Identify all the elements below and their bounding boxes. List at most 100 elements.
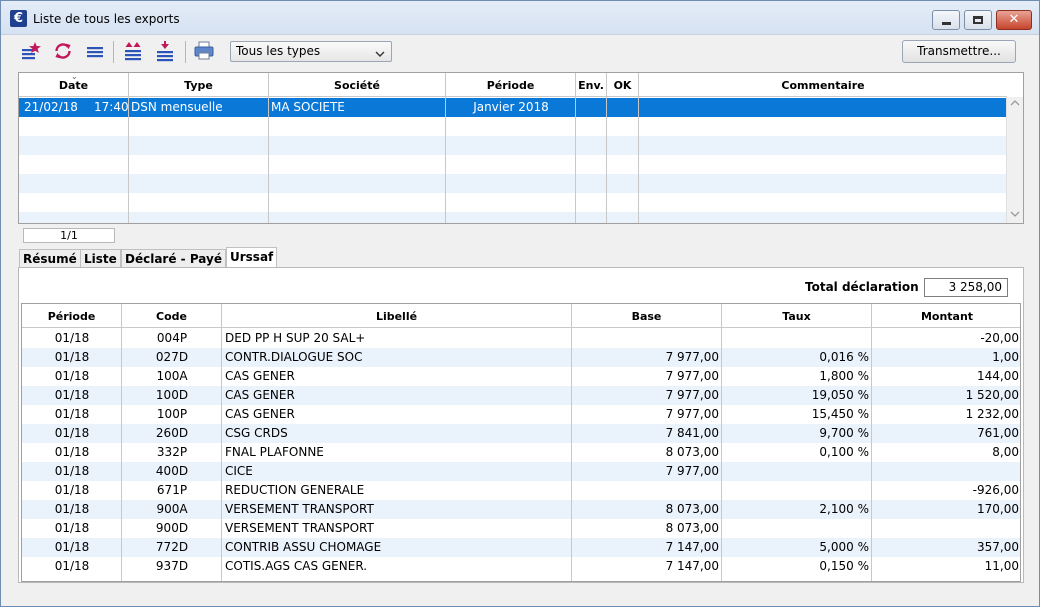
row-base: 7 841,00 xyxy=(665,426,719,440)
minimize-button[interactable] xyxy=(932,10,960,30)
export-date: 21/02/18 xyxy=(24,100,78,114)
column-header-date[interactable]: ⌄ Date xyxy=(19,73,129,97)
column-header-periode[interactable]: Période xyxy=(22,304,122,328)
row-taux xyxy=(722,329,869,348)
empty-row xyxy=(19,136,1007,155)
toolbar: Tous les types Transmettre... xyxy=(1,35,1039,69)
import-up-icon[interactable] xyxy=(122,40,144,62)
row-code: 400D xyxy=(155,464,189,478)
row-code: 100D xyxy=(155,388,189,402)
export-env xyxy=(576,98,607,117)
row-taux: 15,450 % xyxy=(811,407,869,421)
tab-liste[interactable]: Liste xyxy=(80,249,121,268)
column-header-ok[interactable]: OK xyxy=(607,73,639,97)
row-taux: 0,150 % xyxy=(819,559,869,573)
empty-row xyxy=(19,117,1007,136)
empty-row xyxy=(19,155,1007,174)
row-taux: 0,016 % xyxy=(819,350,869,364)
maximize-button[interactable] xyxy=(964,10,992,30)
column-header-periode[interactable]: Période xyxy=(446,73,576,97)
column-header-commentaire[interactable]: Commentaire xyxy=(639,73,1007,97)
total-declaration-label: Total déclaration xyxy=(805,280,919,294)
export-commentaire xyxy=(641,98,1001,117)
row-code: 900D xyxy=(155,521,189,535)
minimize-icon xyxy=(942,22,951,25)
row-montant: 1 520,00 xyxy=(965,388,1019,402)
refresh-icon[interactable] xyxy=(52,40,74,62)
close-button[interactable]: ✕ xyxy=(996,10,1032,30)
export-periode: Janvier 2018 xyxy=(473,100,549,114)
row-taux xyxy=(722,481,869,500)
row-libelle: CONTRIB ASSU CHOMAGE xyxy=(225,540,382,554)
row-code: 900A xyxy=(156,502,188,516)
column-header-type[interactable]: Type xyxy=(129,73,269,97)
row-code: 004P xyxy=(156,331,188,345)
column-header-societe[interactable]: Société xyxy=(269,73,446,97)
row-taux: 1,800 % xyxy=(819,369,869,383)
pager: 1/1 xyxy=(23,228,115,243)
row-periode: 01/18 xyxy=(54,445,90,459)
exports-grid-header: ⌄ Date Type Société Période Env. OK Comm… xyxy=(19,73,1007,97)
total-declaration-value: 3 258,00 xyxy=(924,278,1008,297)
export-societe: MA SOCIETE xyxy=(271,100,345,114)
type-filter-value: Tous les types xyxy=(236,44,321,58)
column-divider xyxy=(606,97,607,223)
printer-icon[interactable] xyxy=(193,40,215,62)
row-libelle: DED PP H SUP 20 SAL+ xyxy=(225,331,366,345)
tab-declare-paye[interactable]: Déclaré - Payé xyxy=(121,249,226,268)
empty-row xyxy=(19,212,1007,223)
row-taux: 9,700 % xyxy=(819,426,869,440)
column-header-code[interactable]: Code xyxy=(122,304,222,328)
column-header-env[interactable]: Env. xyxy=(576,73,607,97)
column-header-taux[interactable]: Taux xyxy=(722,304,872,328)
row-taux xyxy=(722,462,869,481)
scroll-up-icon[interactable] xyxy=(1010,99,1020,110)
column-divider xyxy=(121,304,122,581)
row-libelle: CICE xyxy=(225,464,253,478)
row-montant: 144,00 xyxy=(977,369,1019,383)
column-header-base[interactable]: Base xyxy=(572,304,722,328)
tab-resume[interactable]: Résumé xyxy=(19,249,81,268)
row-code: 332P xyxy=(156,445,188,459)
scroll-down-icon[interactable] xyxy=(1010,210,1020,221)
row-base: 8 073,00 xyxy=(665,445,719,459)
row-montant: 8,00 xyxy=(992,445,1019,459)
row-code: 260D xyxy=(155,426,189,440)
row-taux: 5,000 % xyxy=(819,540,869,554)
column-divider xyxy=(445,97,446,223)
transmit-button[interactable]: Transmettre... xyxy=(902,40,1016,63)
row-libelle: CSG CRDS xyxy=(225,426,288,440)
exports-grid-scrollbar[interactable] xyxy=(1006,97,1023,223)
row-libelle: REDUCTION GENERALE xyxy=(225,483,365,497)
exports-grid: ⌄ Date Type Société Période Env. OK Comm… xyxy=(18,72,1024,224)
column-header-montant[interactable]: Montant xyxy=(872,304,1020,328)
type-filter-select[interactable]: Tous les types xyxy=(230,41,392,62)
row-montant: 357,00 xyxy=(977,540,1019,554)
column-divider xyxy=(128,97,129,223)
row-montant: 11,00 xyxy=(984,559,1019,573)
toolbar-separator xyxy=(185,41,186,63)
row-periode: 01/18 xyxy=(54,483,90,497)
new-star-list-icon[interactable] xyxy=(20,40,42,62)
row-libelle: CONTR.DIALOGUE SOC xyxy=(225,350,363,364)
row-montant xyxy=(872,519,1019,538)
window-title: Liste de tous les exports xyxy=(33,12,180,26)
sort-caret-icon: ⌄ xyxy=(71,72,78,81)
row-libelle: VERSEMENT TRANSPORT xyxy=(225,502,374,516)
row-base: 7 977,00 xyxy=(665,407,719,421)
row-libelle: VERSEMENT TRANSPORT xyxy=(225,521,374,535)
row-base xyxy=(572,481,719,500)
close-icon: ✕ xyxy=(1008,12,1020,27)
row-montant: -926,00 xyxy=(972,483,1019,497)
export-down-icon[interactable] xyxy=(154,40,176,62)
row-base: 7 977,00 xyxy=(665,369,719,383)
column-divider xyxy=(638,97,639,223)
empty-row xyxy=(19,174,1007,193)
list-icon[interactable] xyxy=(84,40,106,62)
row-periode: 01/18 xyxy=(54,502,90,516)
export-row[interactable]: 21/02/18 17:40 DSN mensuelle MA SOCIETE … xyxy=(19,98,1007,117)
row-code: 100P xyxy=(156,407,188,421)
row-base: 7 977,00 xyxy=(665,350,719,364)
column-header-libelle[interactable]: Libellé xyxy=(222,304,572,328)
tab-urssaf[interactable]: Urssaf xyxy=(226,247,278,269)
